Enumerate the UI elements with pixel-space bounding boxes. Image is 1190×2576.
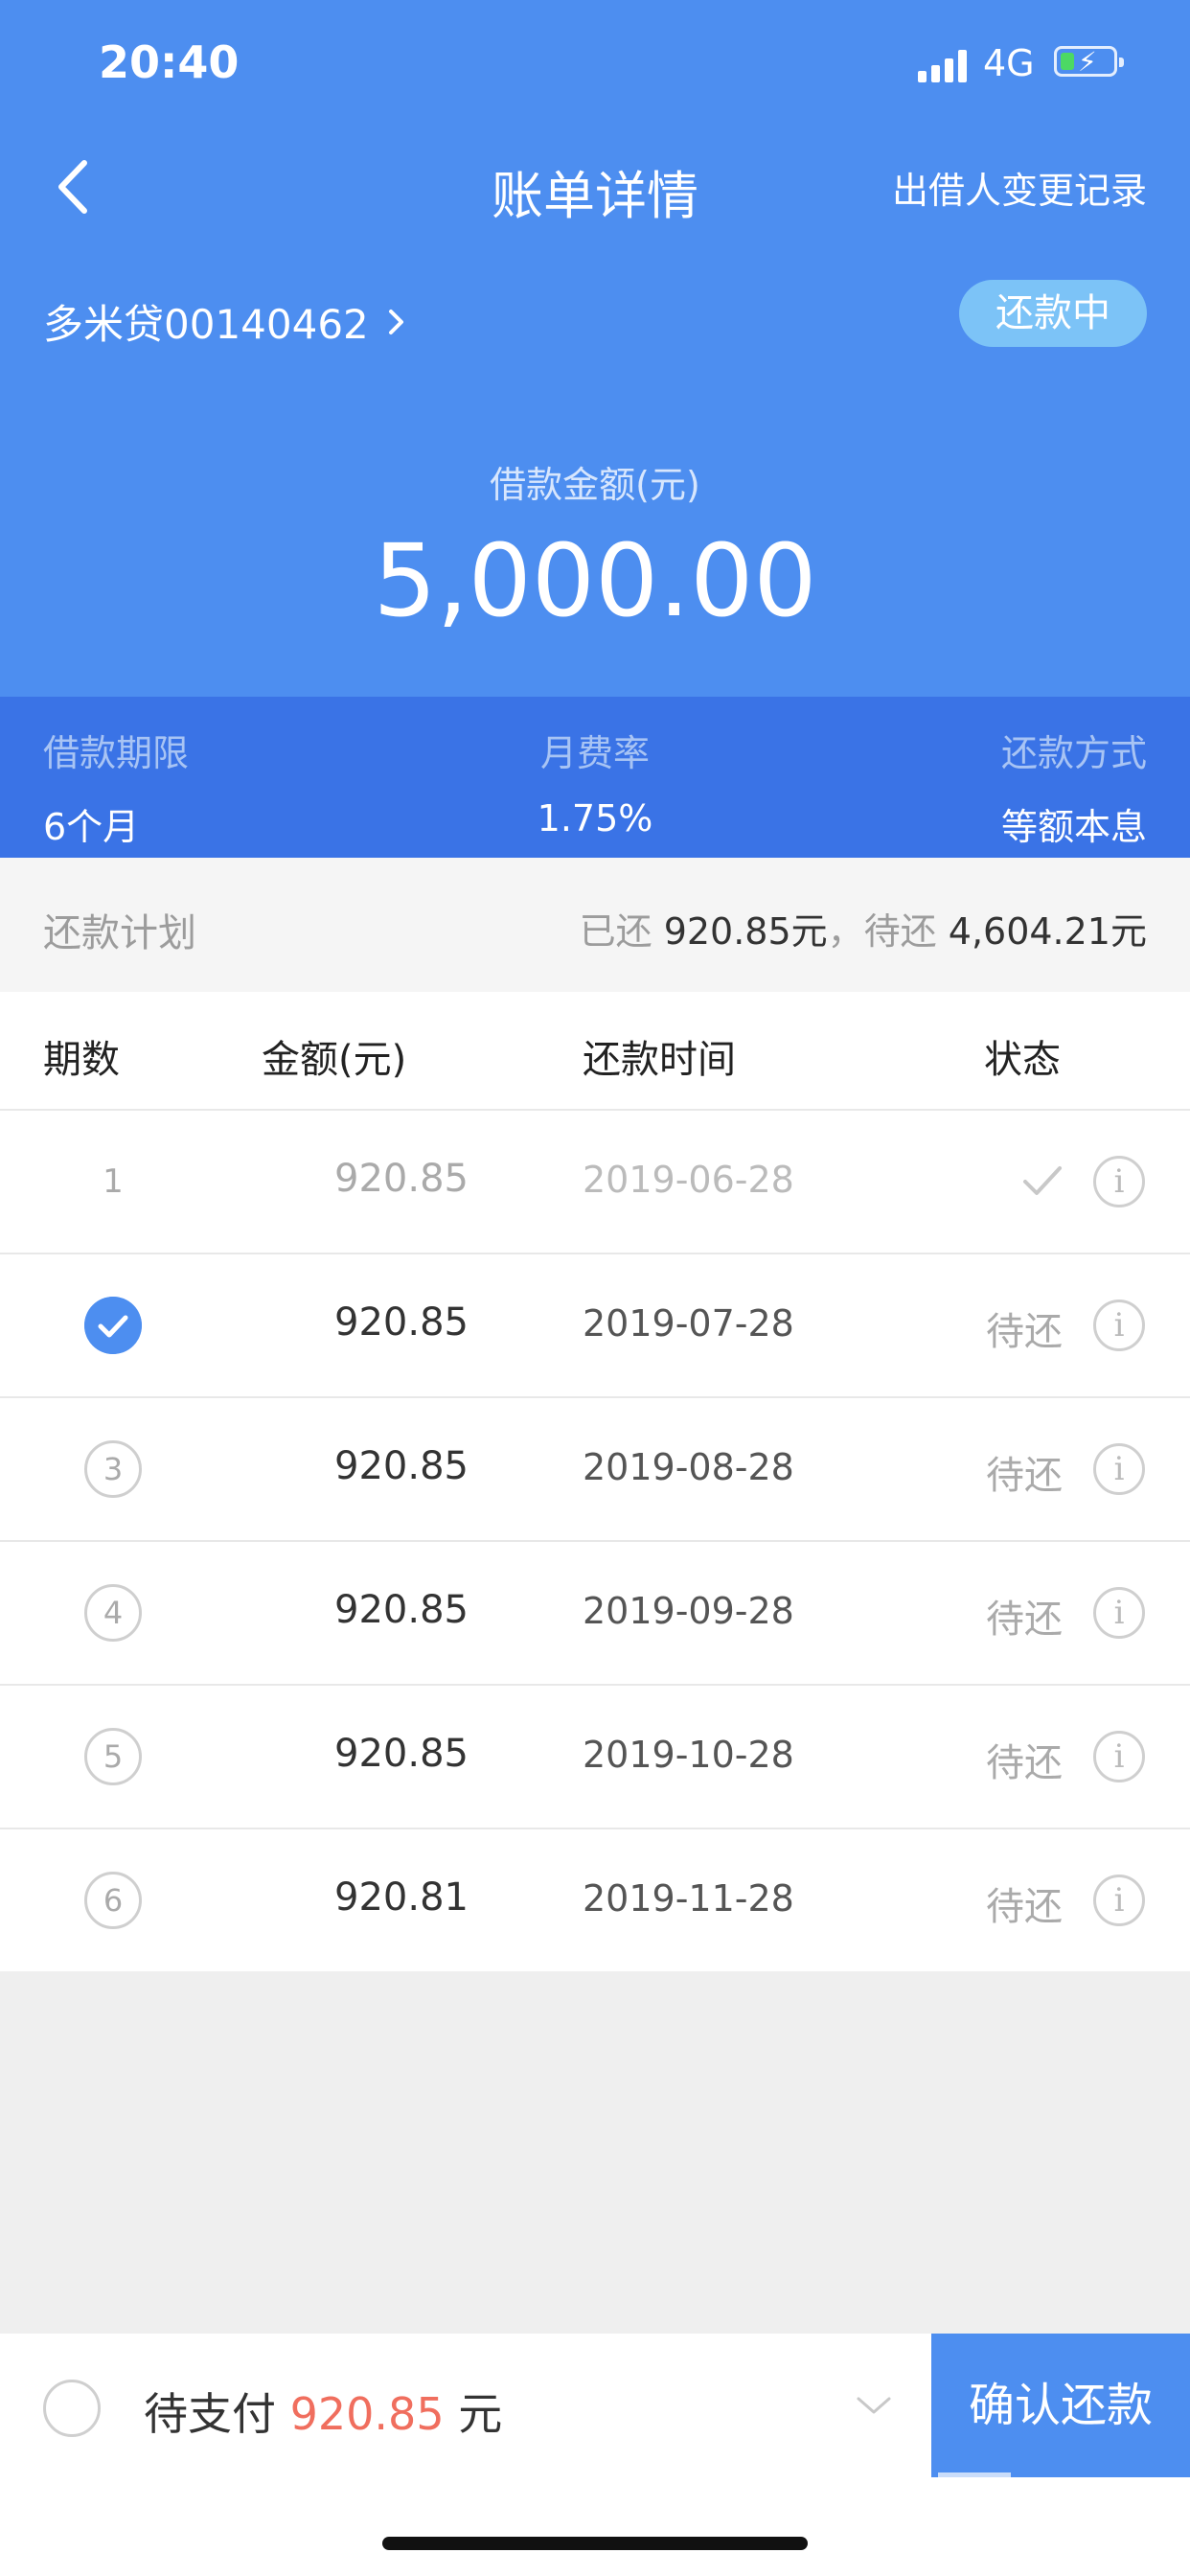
signal-icon — [918, 50, 970, 82]
row-status: 待还 — [986, 1885, 1063, 1929]
row-amount: 920.85 — [334, 1157, 469, 1201]
row-status: 待还 — [986, 1598, 1063, 1642]
select-all-radio[interactable] — [43, 2380, 101, 2437]
cat-shield-icon — [938, 2472, 1011, 2564]
table-header: 期数 金额(元) 还款时间 状态 — [0, 992, 1190, 1111]
repayment-summary: 已还 920.85元，待还 4,604.21元 — [580, 902, 1147, 954]
selected-check-icon[interactable] — [84, 1297, 142, 1354]
battery-icon: ⚡ — [1054, 46, 1124, 78]
info-icon[interactable]: i — [1093, 1874, 1145, 1926]
period-number: 1 — [103, 1162, 124, 1201]
period-select-circle[interactable]: 4 — [84, 1584, 142, 1642]
row-status: 待还 — [986, 1310, 1063, 1354]
repayment-plan-header: 还款计划 已还 920.85元，待还 4,604.21元 — [0, 858, 1190, 992]
chevron-down-icon[interactable] — [855, 2391, 893, 2420]
loan-amount-label: 借款金额(元) — [490, 464, 700, 506]
header-period: 期数 — [43, 1038, 120, 1082]
table-row[interactable]: 5 920.85 2019-10-28 待还 i — [0, 1686, 1190, 1829]
row-amount: 920.85 — [334, 1588, 469, 1632]
repayment-table: 期数 金额(元) 还款时间 状态 1 920.85 2019-06-28 i 9… — [0, 992, 1190, 1971]
loan-info-bar: 借款期限 6个月 月费率 1.75% 还款方式 等额本息 — [0, 697, 1190, 858]
pending-payment-unit: 元 — [458, 2388, 503, 2440]
header: 20:40 4G ⚡ 账单详情 出借人变更记录 多米贷00140462 还款中 … — [0, 0, 1190, 697]
table-row: 1 920.85 2019-06-28 i — [0, 1111, 1190, 1254]
loan-id-text: 多米贷00140462 — [43, 301, 369, 348]
row-amount: 920.85 — [334, 1732, 469, 1776]
watermark-en: BLACK CAT — [1037, 2542, 1181, 2569]
header-date: 还款时间 — [583, 1038, 736, 1082]
paid-label: 已还 — [579, 910, 652, 953]
network-type: 4G — [983, 42, 1035, 84]
repayment-method-value: 等额本息 — [1000, 806, 1147, 848]
pending-label: ，待还 — [827, 910, 937, 953]
repayment-method-info: 还款方式 等额本息 — [1001, 724, 1147, 850]
lender-change-log-link[interactable]: 出借人变更记录 — [892, 161, 1147, 214]
row-date: 2019-10-28 — [583, 1734, 794, 1776]
info-icon[interactable]: i — [1093, 1587, 1145, 1639]
black-cat-watermark: 黑猫 BLACK CAT — [931, 2468, 1190, 2573]
row-date: 2019-09-28 — [583, 1590, 794, 1632]
home-indicator — [382, 2537, 808, 2550]
chevron-right-icon — [388, 309, 403, 334]
row-date: 2019-07-28 — [583, 1302, 794, 1345]
header-status: 状态 — [984, 1038, 1061, 1082]
confirm-repayment-button[interactable]: 确认还款 — [931, 2334, 1190, 2477]
repayment-method-label: 还款方式 — [1000, 732, 1147, 774]
table-row[interactable]: 3 920.85 2019-08-28 待还 i — [0, 1398, 1190, 1542]
info-icon[interactable]: i — [1093, 1443, 1145, 1495]
row-date: 2019-08-28 — [583, 1446, 794, 1488]
period-select-circle[interactable]: 6 — [84, 1872, 142, 1929]
row-amount: 920.85 — [334, 1444, 469, 1488]
row-status: 待还 — [986, 1741, 1063, 1785]
loan-status-badge: 还款中 — [959, 280, 1147, 347]
status-bar: 20:40 4G ⚡ — [0, 0, 1190, 134]
row-date: 2019-06-28 — [583, 1159, 794, 1201]
header-amount: 金额(元) — [262, 1038, 407, 1082]
info-icon[interactable]: i — [1093, 1731, 1145, 1782]
pending-payment-amount: 920.85 — [289, 2388, 445, 2440]
paid-check-icon — [1023, 1166, 1062, 1195]
row-status: 待还 — [986, 1454, 1063, 1498]
info-icon[interactable]: i — [1093, 1156, 1145, 1208]
period-select-circle[interactable]: 3 — [84, 1440, 142, 1498]
pending-payment-text: 待支付 920.85 元 — [144, 2380, 502, 2443]
row-date: 2019-11-28 — [583, 1877, 794, 1920]
paid-value: 920.85元 — [663, 910, 828, 953]
loan-amount-value: 5,000.00 — [373, 522, 817, 639]
table-row[interactable]: 6 920.81 2019-11-28 待还 i — [0, 1829, 1190, 1971]
pending-value: 4,604.21元 — [948, 910, 1147, 953]
info-icon[interactable]: i — [1093, 1300, 1145, 1351]
period-select-circle[interactable]: 5 — [84, 1728, 142, 1785]
row-amount: 920.85 — [334, 1300, 469, 1345]
repayment-plan-label: 还款计划 — [43, 911, 196, 955]
table-row[interactable]: 4 920.85 2019-09-28 待还 i — [0, 1542, 1190, 1686]
pending-payment-label: 待支付 — [144, 2388, 276, 2440]
table-row[interactable]: 920.85 2019-07-28 待还 i — [0, 1254, 1190, 1398]
loan-id-link[interactable]: 多米贷00140462 — [43, 292, 407, 351]
status-time: 20:40 — [99, 36, 240, 88]
row-amount: 920.81 — [334, 1875, 469, 1920]
